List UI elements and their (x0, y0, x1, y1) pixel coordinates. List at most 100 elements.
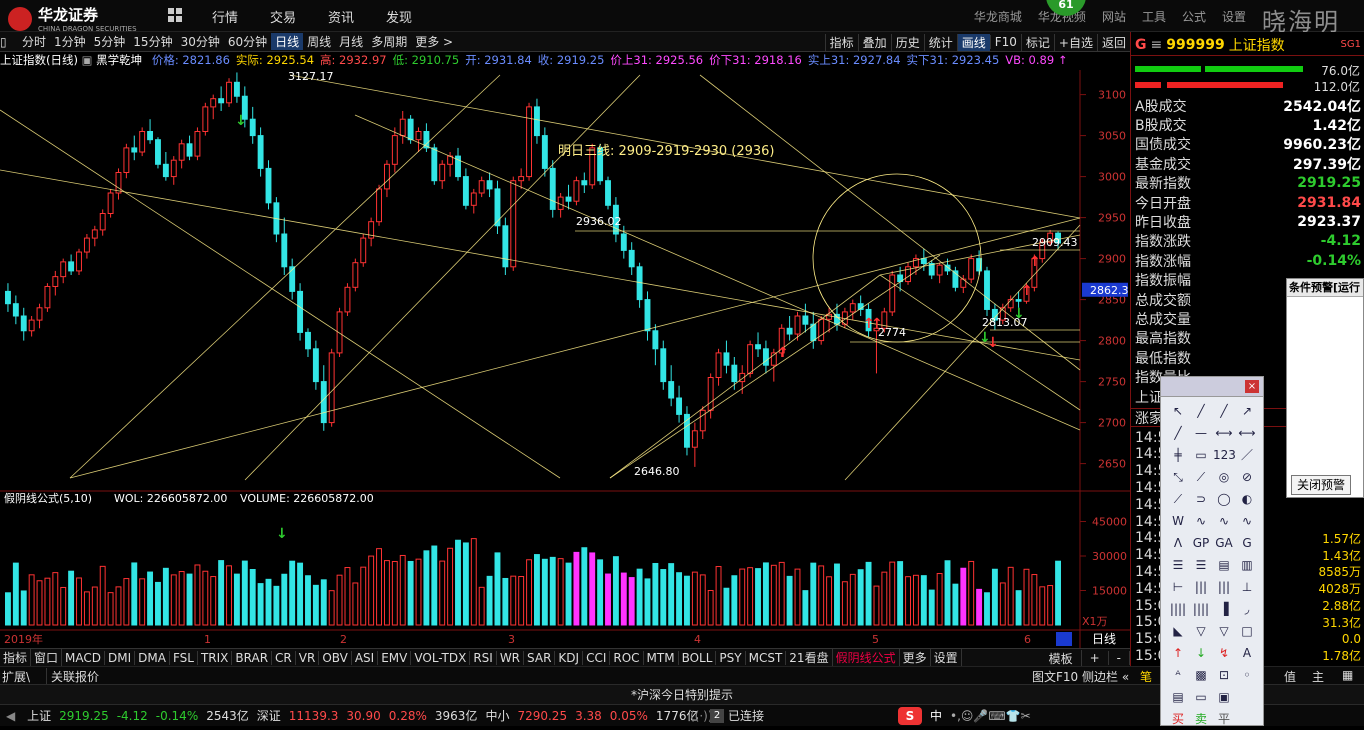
menu-mall[interactable]: 华龙商城 (966, 8, 1030, 25)
draw-tool-39-icon[interactable]: ◞ (1236, 599, 1258, 620)
btn-drawline[interactable]: 画线 (956, 33, 990, 51)
draw-tool-27-icon[interactable]: G (1236, 533, 1258, 554)
close-alert-button[interactable]: 关闭预警 (1291, 475, 1351, 495)
draw-tool-19-icon[interactable]: ◐ (1236, 489, 1258, 510)
indicator-tab-9[interactable]: VR (296, 650, 320, 665)
indicator-right-1[interactable]: + (1082, 651, 1109, 665)
menu-tools[interactable]: 工具 (1134, 8, 1174, 25)
draw-tool-31-icon[interactable]: ▥ (1236, 555, 1258, 576)
draw-tool-10-icon[interactable]: 123 (1213, 445, 1236, 466)
btn-back[interactable]: 返回 (1096, 33, 1130, 51)
draw-tool-9-icon[interactable]: ▭ (1190, 445, 1212, 466)
draw-tool-47-icon[interactable]: A (1236, 643, 1258, 664)
draw-tool-6-icon[interactable]: ⟷ (1213, 423, 1235, 444)
draw-tool-13-icon[interactable]: ⟋ (1190, 467, 1212, 488)
indicator-tab-8[interactable]: CR (272, 650, 296, 665)
indicator-tab-11[interactable]: ASI (352, 650, 379, 665)
draw-tool-25-icon[interactable]: GP (1190, 533, 1212, 554)
menu-website[interactable]: 网站 (1094, 8, 1134, 25)
draw-tool-1-icon[interactable]: ╱ (1190, 401, 1212, 422)
grid-icon[interactable]: ▦ (1342, 668, 1353, 682)
draw-tool-53-icon[interactable]: ▭ (1190, 687, 1212, 708)
btn-stats[interactable]: 统计 (923, 33, 957, 51)
period-multi[interactable]: 多周期 (367, 33, 411, 50)
draw-tool-8-icon[interactable]: ╪ (1167, 445, 1189, 466)
indicator-tab-4[interactable]: DMA (135, 650, 170, 665)
draw-tool-42-icon[interactable]: ▽ (1213, 621, 1235, 642)
period-minute[interactable]: 分时 (18, 33, 50, 50)
draw-tool-33-icon[interactable]: ||| (1190, 577, 1212, 598)
period-60min[interactable]: 60分钟 (224, 33, 271, 50)
draw-tool-17-icon[interactable]: ⊃ (1190, 489, 1212, 510)
menu-quotes[interactable]: 行情 (196, 7, 254, 26)
draw-tool-16-icon[interactable]: ⟋ (1167, 489, 1189, 510)
period-5min[interactable]: 5分钟 (90, 33, 130, 50)
collapse-icon[interactable]: ▯ (0, 35, 18, 49)
draw-tool-32-icon[interactable]: ⊢ (1167, 577, 1189, 598)
indicator-tab-14[interactable]: RSI (470, 650, 497, 665)
draw-tool-11-icon[interactable]: ／ (1236, 445, 1258, 466)
draw-tool-41-icon[interactable]: ▽ (1190, 621, 1212, 642)
btn-f10[interactable]: F10 (989, 35, 1021, 49)
indicator-tab-5[interactable]: FSL (170, 650, 198, 665)
btn-related-quotes[interactable]: 关联报价 (46, 668, 99, 685)
indicator-tab-1[interactable]: 窗口 (31, 649, 63, 666)
period-1min[interactable]: 1分钟 (50, 33, 90, 50)
draw-tool-18-icon[interactable]: ◯ (1213, 489, 1235, 510)
indicator-tab-26[interactable]: 更多 (900, 649, 931, 666)
btn-f10-text[interactable]: 图文F10 (1032, 668, 1078, 685)
indicator-right-0[interactable]: 模板 (1041, 649, 1082, 666)
menu-lines-icon[interactable]: ≡ (1151, 37, 1163, 53)
draw-tool-51-icon[interactable]: ◦ (1236, 665, 1258, 686)
draw-tool-37-icon[interactable]: |||| (1190, 599, 1212, 620)
draw-tool-48-icon[interactable]: ᴬ (1167, 665, 1189, 686)
draw-tool-2-icon[interactable]: ╱ (1213, 401, 1235, 422)
indicator-tab-20[interactable]: MTM (644, 650, 679, 665)
indicator-tab-17[interactable]: KDJ (555, 650, 584, 665)
draw-label-0[interactable]: 买 (1167, 709, 1189, 730)
draw-tool-15-icon[interactable]: ⊘ (1236, 467, 1258, 488)
draw-tool-44-icon[interactable]: ↑ (1167, 643, 1189, 664)
draw-tool-23-icon[interactable]: ∿ (1236, 511, 1258, 532)
kline-chart[interactable]: 2650270027502800285029002950300030503100… (0, 70, 1130, 648)
tab-value[interactable]: 值 (1284, 668, 1296, 685)
indicator-tab-25[interactable]: 假阴线公式 (833, 649, 900, 666)
apps-grid-icon[interactable] (168, 8, 182, 22)
draw-tool-50-icon[interactable]: ⊡ (1213, 665, 1235, 686)
draw-tool-29-icon[interactable]: ☰ (1190, 555, 1212, 576)
close-icon[interactable]: × (1245, 380, 1259, 393)
draw-tool-45-icon[interactable]: ↓ (1190, 643, 1212, 664)
indicator-tab-3[interactable]: DMI (105, 650, 136, 665)
draw-tool-46-icon[interactable]: ↯ (1213, 643, 1235, 664)
sound-icon[interactable]: ◀ (6, 709, 15, 723)
draw-tool-40-icon[interactable]: ◣ (1167, 621, 1189, 642)
draw-tool-22-icon[interactable]: ∿ (1213, 511, 1235, 532)
menu-news[interactable]: 资讯 (312, 7, 370, 26)
menu-formula[interactable]: 公式 (1174, 8, 1214, 25)
draw-tool-34-icon[interactable]: ||| (1213, 577, 1235, 598)
period-15min[interactable]: 15分钟 (129, 33, 176, 50)
indicator-tab-16[interactable]: SAR (524, 650, 556, 665)
draw-tool-52-icon[interactable]: ▤ (1167, 687, 1189, 708)
draw-tool-28-icon[interactable]: ☰ (1167, 555, 1189, 576)
draw-tool-38-icon[interactable]: ▐ (1213, 599, 1235, 620)
draw-tool-49-icon[interactable]: ▩ (1190, 665, 1212, 686)
draw-tool-4-icon[interactable]: ╱ (1167, 423, 1189, 444)
ime-tools-icon[interactable]: •,☺🎤⌨👕✂ (950, 705, 1031, 727)
draw-tool-5-icon[interactable]: — (1190, 423, 1212, 444)
draw-label-2[interactable]: 平 (1213, 709, 1235, 730)
indicator-tab-24[interactable]: 21看盘 (786, 649, 833, 666)
indicator-tab-10[interactable]: OBV (319, 650, 352, 665)
indicator-right-2[interactable]: - (1109, 651, 1130, 665)
indicator-tab-13[interactable]: VOL-TDX (411, 650, 471, 665)
btn-indicator[interactable]: 指标 (824, 33, 858, 51)
indicator-tab-15[interactable]: WR (497, 650, 525, 665)
indicator-tab-23[interactable]: MCST (746, 650, 787, 665)
btn-history[interactable]: 历史 (890, 33, 924, 51)
draw-tool-36-icon[interactable]: |||| (1167, 599, 1189, 620)
draw-label-1[interactable]: 卖 (1190, 709, 1212, 730)
draw-tool-30-icon[interactable]: ▤ (1213, 555, 1235, 576)
draw-tool-14-icon[interactable]: ◎ (1213, 467, 1235, 488)
draw-tool-26-icon[interactable]: GA (1213, 533, 1235, 554)
indicator-tab-18[interactable]: CCI (583, 650, 611, 665)
